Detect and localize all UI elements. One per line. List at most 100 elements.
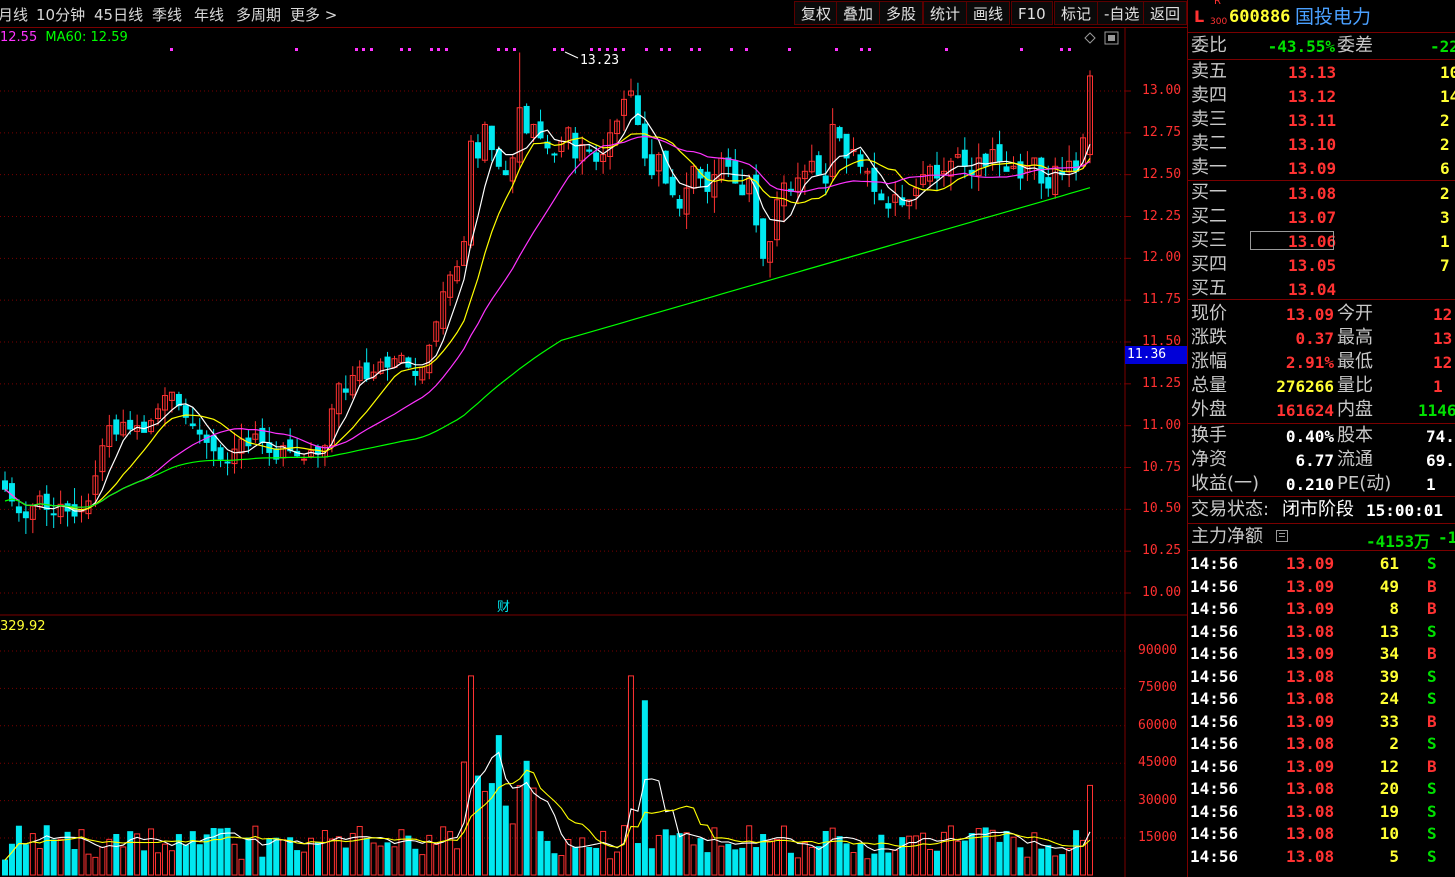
main-force-extra: -1 — [1438, 528, 1455, 547]
volume-bar — [551, 853, 558, 876]
volume-bar — [871, 853, 878, 876]
volume-bar — [196, 844, 203, 876]
candle-body — [523, 105, 530, 134]
ask-price[interactable]: 13.13 — [1288, 63, 1336, 82]
tick-side: S — [1427, 846, 1437, 866]
bid-label: 买三 — [1191, 230, 1227, 251]
tick-row[interactable]: 14:56 13.09 8 B — [1187, 599, 1455, 621]
candle-body — [704, 171, 711, 192]
trade-status-label: 交易状态: — [1191, 499, 1270, 520]
signal-dot — [362, 48, 365, 51]
price-axis-label: 10.00 — [1142, 585, 1182, 600]
stock-code[interactable]: 600886 — [1229, 6, 1290, 28]
volume-bar — [8, 843, 15, 876]
volume-bar — [141, 850, 148, 876]
volume-bar — [495, 735, 502, 876]
tick-row[interactable]: 14:56 13.09 49 B — [1187, 577, 1455, 599]
trade-status-time: 15:00:01 — [1366, 501, 1444, 520]
candle-body — [502, 170, 509, 176]
tick-row[interactable]: 14:56 13.08 24 S — [1187, 689, 1455, 711]
candle-body — [363, 362, 370, 380]
bid-price[interactable]: 13.08 — [1288, 184, 1336, 203]
candle-body — [885, 203, 892, 209]
volume-bar — [815, 846, 822, 876]
candle-body — [996, 144, 1003, 162]
tick-time: 14:56 — [1190, 824, 1239, 843]
ask-price[interactable]: 13.10 — [1288, 135, 1336, 154]
tick-row[interactable]: 14:56 13.08 20 S — [1187, 779, 1455, 801]
volume-bar — [36, 848, 43, 876]
volume-bar — [43, 825, 50, 876]
finance-event-icon[interactable]: 财 — [497, 600, 510, 615]
signal-dot — [835, 48, 838, 51]
tick-row[interactable]: 14:56 13.09 34 B — [1187, 644, 1455, 666]
fund-label: 净资 — [1191, 449, 1227, 470]
diamond-icon[interactable] — [1084, 32, 1096, 44]
fund-value: 74.5 — [1426, 427, 1455, 446]
tick-price: 13.09 — [1286, 554, 1335, 573]
tick-row[interactable]: 14:56 13.08 10 S — [1187, 824, 1455, 846]
ask-price[interactable]: 13.09 — [1288, 159, 1336, 178]
quote-label: 内盘 — [1337, 399, 1373, 420]
volume-bar — [669, 835, 676, 876]
window-toggle-icon[interactable] — [1104, 31, 1119, 45]
volume-bar — [627, 675, 634, 876]
volume-bar — [461, 761, 468, 876]
tick-time: 14:56 — [1190, 554, 1239, 573]
volume-bar — [864, 858, 871, 876]
tick-volume: 24 — [1379, 689, 1399, 708]
tick-volume: 39 — [1379, 666, 1399, 686]
tick-side: B — [1427, 711, 1437, 731]
tick-row[interactable]: 14:56 13.08 5 S — [1187, 847, 1455, 869]
signal-dot — [788, 48, 791, 51]
signal-dot — [868, 48, 871, 51]
candle-body — [760, 218, 767, 259]
tick-row[interactable]: 14:56 13.08 19 S — [1187, 802, 1455, 824]
bid-price[interactable]: 13.07 — [1288, 208, 1336, 227]
price-axis-label: 10.25 — [1142, 543, 1182, 559]
volume-bar — [398, 829, 405, 876]
signal-dot — [400, 48, 403, 51]
tick-time: 14:56 — [1190, 711, 1239, 731]
bid-price[interactable]: 13.05 — [1288, 256, 1336, 275]
price-axis-label: 12.25 — [1142, 208, 1182, 224]
stock-name[interactable]: 国投电力 — [1295, 6, 1371, 28]
tick-row[interactable]: 14:56 13.08 39 S — [1187, 667, 1455, 689]
ask-price[interactable]: 13.11 — [1288, 111, 1336, 130]
tick-price: 13.08 — [1286, 689, 1335, 708]
ask-price[interactable]: 13.12 — [1288, 87, 1336, 106]
tick-volume: 8 — [1389, 599, 1399, 618]
signal-dot — [505, 48, 508, 51]
candle-body — [2, 480, 8, 490]
ask-volume: 2 — [1440, 135, 1450, 154]
volume-bar — [996, 841, 1003, 876]
tick-time: 14:56 — [1190, 666, 1239, 686]
trade-status-value: 闭市阶段 — [1282, 499, 1354, 520]
signal-dot — [1068, 48, 1071, 51]
kline-chart[interactable]: 13.23 财 — [0, 0, 1187, 877]
quote-label: 量比 — [1337, 375, 1373, 396]
candle-body — [537, 121, 544, 139]
tick-side: S — [1427, 554, 1437, 573]
candlestick-series — [2, 52, 1093, 534]
bid-label: 买四 — [1191, 254, 1227, 275]
volume-bar — [99, 846, 106, 876]
volume-bar — [767, 840, 774, 876]
candle-body — [474, 142, 481, 159]
candle-body — [412, 370, 419, 376]
tick-row[interactable]: 14:56 13.08 13 S — [1187, 622, 1455, 644]
volume-bar — [516, 785, 523, 876]
tick-row[interactable]: 14:56 13.09 61 S — [1187, 554, 1455, 576]
volume-bar — [1024, 856, 1031, 876]
main-force-value: -4153万 — [1366, 532, 1431, 551]
bid-price[interactable]: 13.04 — [1288, 280, 1336, 299]
volume-bar — [697, 838, 704, 876]
tick-row[interactable]: 14:56 13.09 12 B — [1187, 757, 1455, 779]
tick-row[interactable]: 14:56 13.09 33 B — [1187, 712, 1455, 734]
list-icon[interactable] — [1276, 530, 1288, 542]
volume-bar — [683, 832, 690, 876]
signal-dot — [945, 48, 948, 51]
tick-row[interactable]: 14:56 13.08 2 S — [1187, 734, 1455, 756]
volume-bar — [1031, 832, 1038, 876]
signal-dot — [561, 48, 564, 51]
